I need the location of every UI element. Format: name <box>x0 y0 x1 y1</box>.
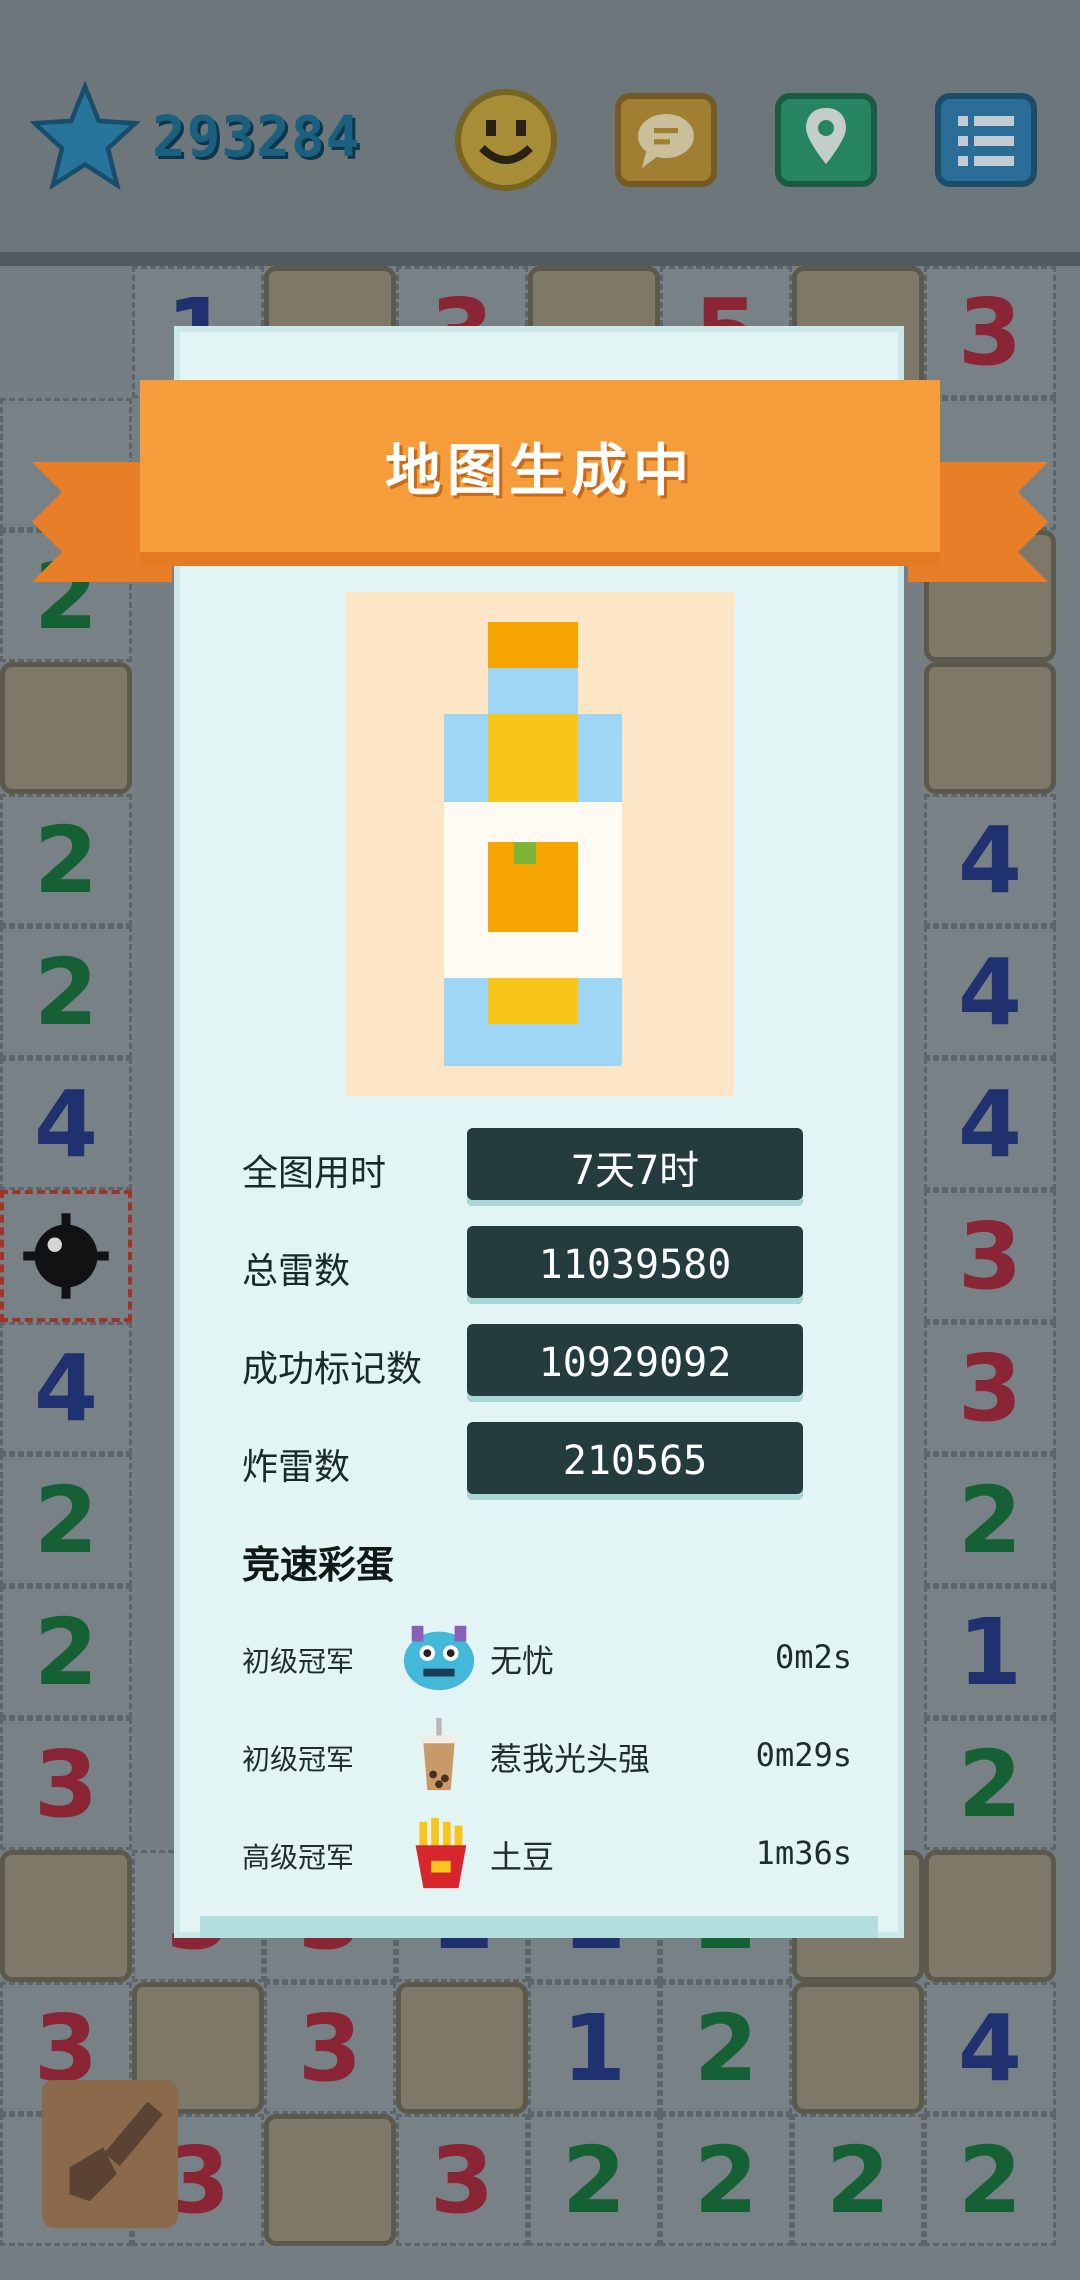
fries-avatar-icon <box>415 1817 467 1889</box>
stat-value-flagged: 10929092 <box>467 1324 803 1402</box>
stat-label-flagged: 成功标记数 <box>242 1349 423 1390</box>
dialog-title: 地图生成中 <box>385 437 695 504</box>
blue-monster-avatar-icon <box>403 1625 475 1691</box>
board-cell[interactable]: 1 <box>924 1586 1056 1718</box>
stat-value-total-time: 7天7时 <box>467 1128 803 1206</box>
stat-value-exploded: 210565 <box>467 1422 803 1500</box>
board-cell[interactable]: 2 <box>528 2114 660 2246</box>
emoji-button[interactable] <box>454 88 558 192</box>
speedrun-time: 0m29s <box>755 1736 852 1774</box>
menu-list-icon <box>935 93 1037 187</box>
board-cell[interactable]: 4 <box>924 926 1056 1058</box>
board-cell-pony[interactable] <box>792 1982 924 2114</box>
board-cell-pony[interactable] <box>924 1850 1056 1982</box>
board-cell[interactable]: 4 <box>924 1982 1056 2114</box>
board-cell[interactable]: 2 <box>792 2114 924 2246</box>
location-pin-icon <box>775 93 877 187</box>
stat-label-total-time: 全图用时 <box>242 1153 387 1194</box>
board-cell[interactable]: 4 <box>0 1322 132 1454</box>
board-cell[interactable]: 3 <box>264 1982 396 2114</box>
board-cell[interactable]: 2 <box>0 1454 132 1586</box>
dialog-title-ribbon: 地图生成中 <box>140 380 940 566</box>
speedrun-player-name: 惹我光头强 <box>490 1740 651 1778</box>
board-cell-kuromi[interactable] <box>0 662 132 794</box>
board-cell[interactable]: 3 <box>924 1322 1056 1454</box>
board-cell[interactable]: 2 <box>924 2114 1056 2246</box>
board-cell[interactable]: 4 <box>924 1058 1056 1190</box>
board-cell[interactable]: 3 <box>924 1190 1056 1322</box>
board-cell-monster[interactable] <box>396 1982 528 2114</box>
map-preview <box>346 592 734 1096</box>
top-bar: 293284 <box>0 0 1080 262</box>
board-cell[interactable]: 1 <box>528 1982 660 2114</box>
board-cell[interactable]: 2 <box>660 1982 792 2114</box>
board-cell-pumpkin[interactable] <box>264 2114 396 2246</box>
speedrun-time: 0m2s <box>774 1638 852 1676</box>
board-cell[interactable]: 2 <box>0 1586 132 1718</box>
bubble-tea-avatar-icon <box>419 1717 459 1791</box>
shovel-icon <box>69 2101 163 2202</box>
stat-label-exploded: 炸雷数 <box>242 1447 351 1488</box>
speedrun-rank: 高级冠军 <box>242 1841 355 1874</box>
shovel-button[interactable] <box>42 2080 178 2228</box>
board-cell-mine[interactable] <box>0 1190 132 1322</box>
chat-icon <box>615 93 717 187</box>
speedrun-rank: 初级冠军 <box>242 1743 355 1776</box>
top-bar-divider <box>0 252 1080 266</box>
smiley-icon <box>455 89 557 191</box>
juice-bottle-pixel-art <box>444 622 622 1066</box>
menu-button[interactable] <box>934 88 1038 192</box>
board-cell[interactable]: 4 <box>0 1058 132 1190</box>
speedrun-rank: 初级冠军 <box>242 1645 355 1678</box>
stat-label-total-mines: 总雷数 <box>242 1251 351 1292</box>
board-cell[interactable]: 2 <box>660 2114 792 2246</box>
board-cell-pony[interactable] <box>924 662 1056 794</box>
board-cell[interactable]: 2 <box>0 926 132 1058</box>
speedrun-player-name: 土豆 <box>490 1838 555 1876</box>
board-cell[interactable]: 2 <box>0 794 132 926</box>
stat-value-total-mines: 11039580 <box>467 1226 803 1304</box>
board-cell[interactable]: 3 <box>0 1718 132 1850</box>
board-cell[interactable]: 2 <box>924 1718 1056 1850</box>
speedrun-player-name: 无忧 <box>490 1642 555 1680</box>
board-cell[interactable]: 4 <box>924 794 1056 926</box>
location-button[interactable] <box>774 88 878 192</box>
board-cell-pumpkin[interactable] <box>0 1850 132 1982</box>
board-cell[interactable]: 3 <box>396 2114 528 2246</box>
speedrun-time: 1m36s <box>755 1834 852 1872</box>
star-icon <box>30 82 140 191</box>
speedrun-row: 高级冠军 土豆 1m36s <box>242 1814 852 1894</box>
chat-button[interactable] <box>614 88 718 192</box>
board-cell[interactable]: 2 <box>924 1454 1056 1586</box>
speedrun-row: 初级冠军 惹我光头强 0m29s <box>242 1716 852 1796</box>
dialog-bottom-edge <box>200 1916 878 1938</box>
speedrun-section-title: 竞速彩蛋 <box>242 1542 395 1587</box>
score-counter: 293284 <box>152 105 361 170</box>
board-cell[interactable]: 3 <box>924 266 1056 398</box>
mine-icon <box>23 1213 109 1299</box>
speedrun-row: 初级冠军 无忧 0m2s <box>242 1618 852 1698</box>
